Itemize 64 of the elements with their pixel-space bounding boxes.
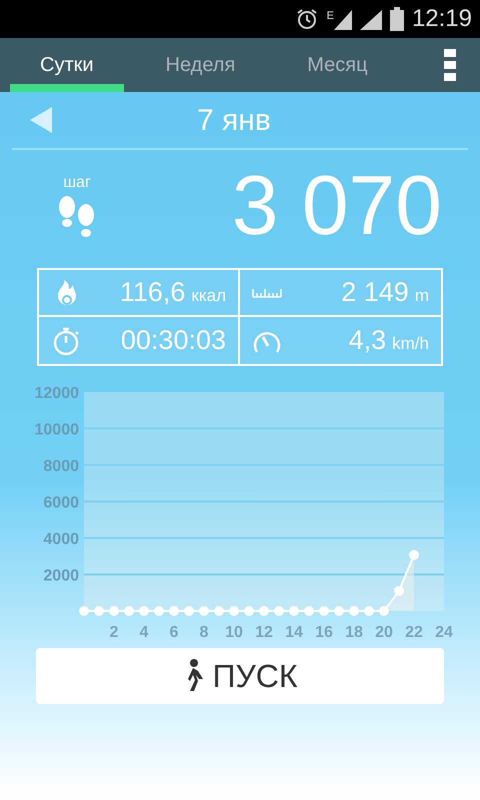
data-point bbox=[124, 606, 134, 616]
data-point bbox=[394, 586, 404, 596]
network-type: E bbox=[326, 9, 334, 24]
stat-value: 00:30:03 bbox=[120, 324, 226, 358]
data-point bbox=[79, 606, 89, 616]
data-point bbox=[199, 606, 209, 616]
axis-label: 16 bbox=[315, 624, 333, 640]
stat-unit: ккал bbox=[191, 285, 226, 308]
data-point bbox=[409, 550, 419, 560]
data-point bbox=[274, 606, 284, 616]
axis-label: 6000 bbox=[43, 494, 79, 512]
battery-icon bbox=[390, 7, 404, 31]
tab[interactable]: Месяц bbox=[277, 38, 398, 92]
axis-label: 12000 bbox=[34, 385, 79, 402]
stat-value: 116,6 bbox=[120, 276, 186, 310]
axis-label: 14 bbox=[285, 624, 303, 640]
alarm-icon bbox=[294, 7, 319, 31]
axis-label: 20 bbox=[375, 624, 393, 640]
signal-icon bbox=[334, 8, 352, 30]
data-point bbox=[319, 606, 329, 616]
stat-value: 4,3 bbox=[348, 324, 386, 358]
axis-label: 22 bbox=[405, 624, 423, 640]
stat-unit: km/h bbox=[392, 333, 429, 356]
axis-label: 4000 bbox=[43, 531, 79, 548]
data-point bbox=[94, 606, 104, 616]
axis-label: 10000 bbox=[34, 422, 79, 438]
axis-label: 2000 bbox=[43, 568, 79, 584]
axis-label: 12 bbox=[255, 624, 273, 640]
data-point bbox=[334, 606, 344, 616]
axis-label: 4 bbox=[140, 624, 148, 640]
step-count: 3 070 bbox=[232, 163, 442, 247]
axis-label: 8000 bbox=[43, 458, 79, 475]
data-point bbox=[364, 606, 374, 616]
data-point bbox=[379, 606, 389, 616]
data-point bbox=[229, 606, 239, 616]
stat-value: 2 149 bbox=[341, 276, 409, 310]
stopwatch-icon bbox=[51, 326, 81, 356]
data-point bbox=[304, 606, 314, 616]
axis-label: 2 bbox=[110, 624, 118, 640]
axis-label: 8 bbox=[200, 624, 208, 640]
data-point bbox=[214, 606, 224, 616]
axis-label: 24 bbox=[435, 624, 453, 640]
tab[interactable]: Сутки bbox=[10, 38, 124, 92]
stat-unit: m bbox=[414, 285, 429, 308]
axis-label: 18 bbox=[345, 624, 363, 640]
tab[interactable]: Неделя bbox=[136, 38, 266, 92]
date-label: 7 янв bbox=[197, 102, 271, 138]
data-point bbox=[259, 606, 269, 616]
data-point bbox=[244, 606, 254, 616]
data-point bbox=[289, 606, 299, 616]
data-point bbox=[154, 606, 164, 616]
axis-label: 6 bbox=[170, 624, 178, 640]
ruler-icon bbox=[252, 288, 282, 298]
overflow-menu-icon[interactable] bbox=[444, 49, 456, 81]
axis-label: 10 bbox=[225, 624, 243, 640]
data-point bbox=[109, 606, 119, 616]
steps-label: шаг bbox=[63, 173, 91, 193]
data-point bbox=[349, 606, 359, 616]
start-button[interactable]: ПУСК bbox=[36, 648, 444, 704]
data-point bbox=[139, 606, 149, 616]
data-point bbox=[169, 606, 179, 616]
signal-icon bbox=[360, 8, 382, 30]
clock-time: 12:19 bbox=[412, 4, 472, 34]
data-point bbox=[184, 606, 194, 616]
